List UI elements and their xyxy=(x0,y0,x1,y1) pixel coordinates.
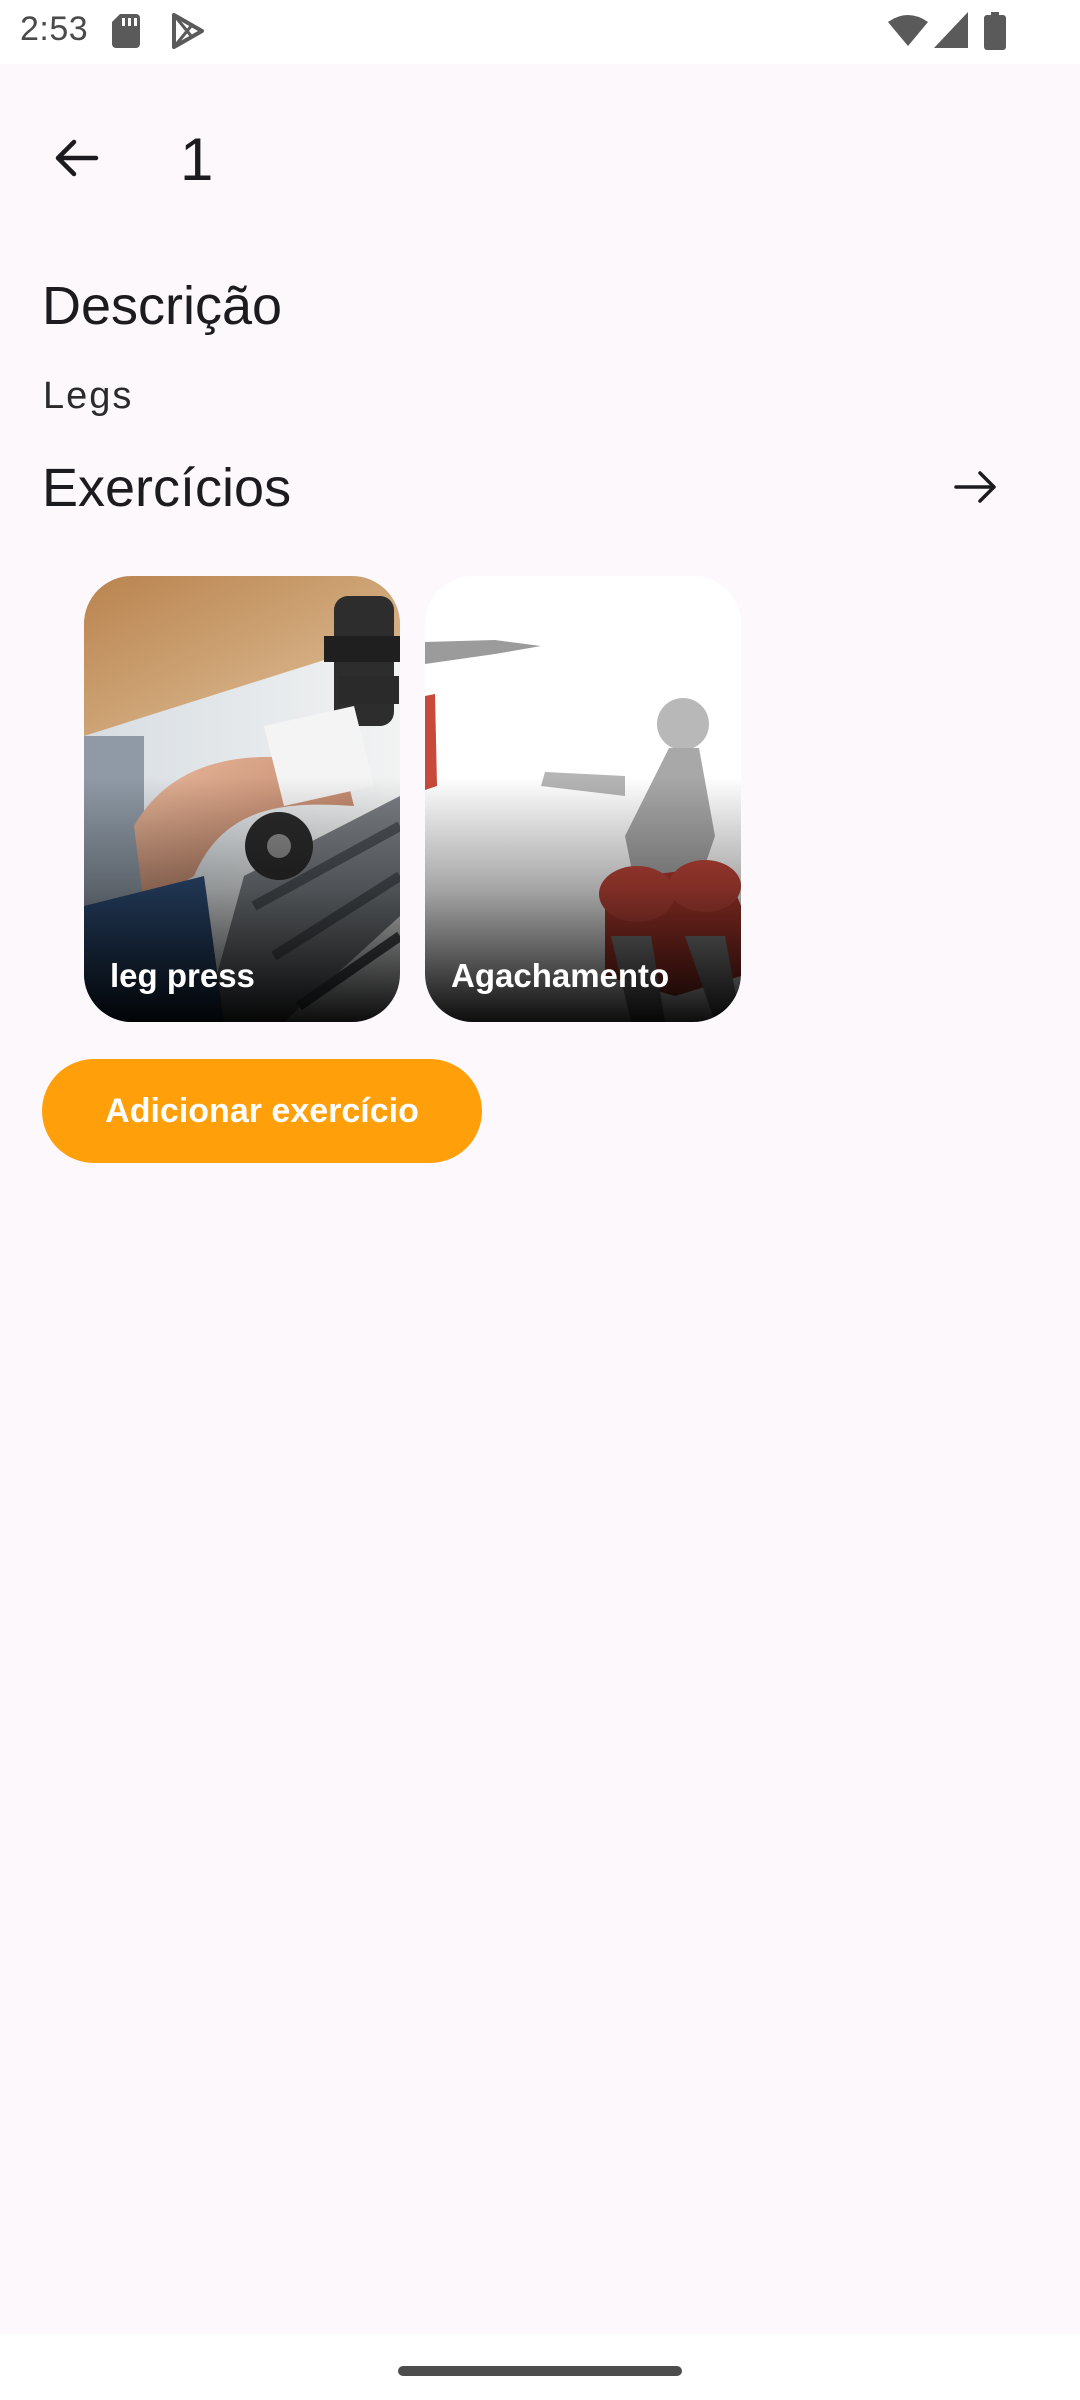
battery-icon xyxy=(984,12,1006,50)
exercise-card-agachamento[interactable]: Agachamento xyxy=(425,576,741,1022)
exercise-card-leg-press[interactable]: leg press xyxy=(84,576,400,1022)
status-time: 2:53 xyxy=(20,10,89,48)
wifi-icon xyxy=(888,15,928,46)
back-button[interactable] xyxy=(36,118,116,198)
arrow-forward-icon xyxy=(954,471,996,503)
exercise-cards-list: leg press Agachamento xyxy=(84,576,784,1022)
add-exercise-button[interactable]: Adicionar exercício xyxy=(42,1059,482,1163)
play-store-icon xyxy=(172,13,204,49)
exercise-card-label: leg press xyxy=(110,957,255,994)
sd-card-icon xyxy=(112,14,140,48)
exercises-see-all-button[interactable] xyxy=(936,452,1016,522)
system-nav-bar xyxy=(0,2334,1080,2400)
description-heading: Descrição xyxy=(42,276,283,336)
app-bar: 1 xyxy=(0,64,1080,240)
home-indicator[interactable] xyxy=(398,2366,682,2376)
description-value: Legs xyxy=(43,375,134,417)
exercises-heading: Exercícios xyxy=(42,458,292,518)
signal-icon xyxy=(934,12,968,48)
page-title: 1 xyxy=(180,126,214,193)
status-bar: 2:53 xyxy=(0,0,1080,64)
exercise-card-label: Agachamento xyxy=(451,957,670,994)
arrow-back-icon xyxy=(55,139,99,177)
